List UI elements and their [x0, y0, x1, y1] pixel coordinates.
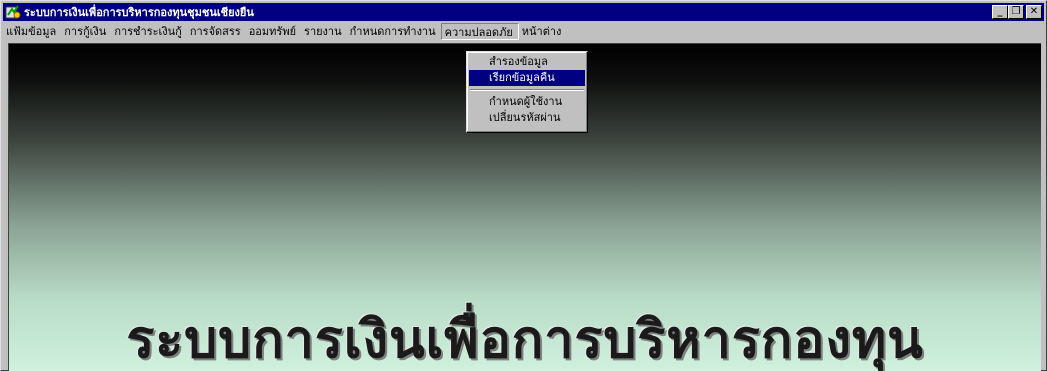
app-icon: [5, 5, 21, 19]
menu-item-users[interactable]: กำหนดผู้ใช้งาน: [469, 94, 585, 110]
minimize-button[interactable]: _: [992, 5, 1008, 19]
app-window: ระบบการเงินเพื่อการบริหารกองทุนชุมชนเชีย…: [0, 0, 1047, 371]
menu-reports[interactable]: รายงาน: [301, 23, 347, 40]
banner-title: ระบบการเงินเพื่อการบริหารกองทุน: [126, 309, 924, 370]
maximize-button[interactable]: ❐: [1008, 5, 1024, 19]
menu-separator: [469, 86, 585, 94]
menu-item-restore[interactable]: เรียกข้อมูลคืน: [469, 70, 585, 86]
menu-item-backup[interactable]: สำรองข้อมูล: [469, 54, 585, 70]
menu-bar: แฟ้มข้อมูล การกู้เงิน การชำระเงินกู้ การ…: [3, 22, 1044, 41]
menu-repayment[interactable]: การชำระเงินกู้: [111, 23, 187, 40]
security-dropdown-menu: สำรองข้อมูล เรียกข้อมูลคืน กำหนดผู้ใช้งา…: [466, 51, 588, 133]
menu-file[interactable]: แฟ้มข้อมูล: [3, 23, 61, 40]
menu-item-change-password[interactable]: เปลี่ยนรหัสผ่าน: [469, 110, 585, 126]
title-bar[interactable]: ระบบการเงินเพื่อการบริหารกองทุนชุมชนเชีย…: [3, 3, 1044, 21]
menu-window[interactable]: หน้าต่าง: [519, 23, 567, 40]
menu-savings[interactable]: ออมทรัพย์: [246, 23, 301, 40]
close-button[interactable]: ✕: [1026, 5, 1042, 19]
menu-schedule[interactable]: กำหนดการทำงาน: [347, 23, 441, 40]
menu-security[interactable]: ความปลอดภัย: [440, 23, 519, 40]
menu-allocation[interactable]: การจัดสรร: [187, 23, 246, 40]
window-title: ระบบการเงินเพื่อการบริหารกองทุนชุมชนเชีย…: [24, 6, 254, 19]
menu-loan[interactable]: การกู้เงิน: [61, 23, 111, 40]
